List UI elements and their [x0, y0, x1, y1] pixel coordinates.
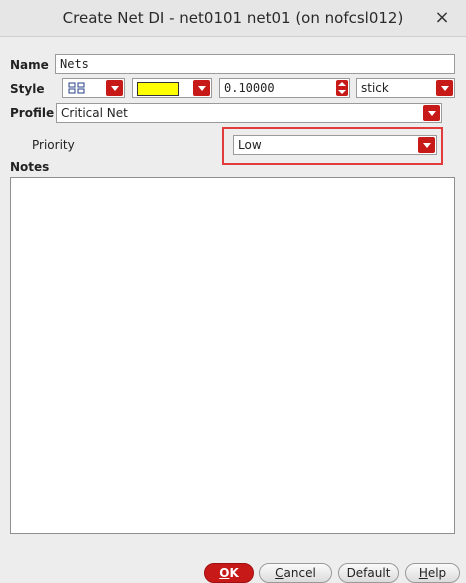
notes-label: Notes — [10, 160, 50, 174]
name-field[interactable]: Nets — [55, 54, 455, 74]
chevron-down-icon[interactable] — [106, 80, 123, 96]
spinner-arrows-icon[interactable] — [336, 80, 348, 96]
style-label: Style — [10, 82, 45, 96]
name-label: Name — [10, 58, 49, 72]
chevron-down-icon[interactable] — [193, 80, 210, 96]
priority-label: Priority — [32, 138, 75, 152]
ok-button[interactable]: OK — [204, 563, 254, 583]
chevron-down-icon[interactable] — [423, 105, 440, 121]
line-pattern-select[interactable] — [62, 78, 125, 98]
width-value: 0.10000 — [224, 81, 275, 95]
profile-value: Critical Net — [61, 106, 128, 120]
default-button[interactable]: Default — [338, 563, 399, 583]
width-spinbox[interactable]: 0.10000 — [219, 78, 350, 98]
priority-select[interactable]: Low — [233, 135, 437, 155]
line-pattern-icon — [68, 82, 86, 97]
color-select[interactable] — [132, 78, 212, 98]
priority-value: Low — [238, 138, 262, 152]
cancel-button[interactable]: Cancel — [259, 563, 332, 583]
close-icon[interactable]: × — [432, 8, 452, 28]
chevron-down-icon[interactable] — [418, 137, 435, 153]
title-bar: Create Net DI - net0101 net01 (on nofcsl… — [0, 0, 466, 37]
notes-textarea[interactable] — [10, 177, 455, 534]
chevron-down-icon[interactable] — [436, 80, 453, 96]
window-title: Create Net DI - net0101 net01 (on nofcsl… — [62, 9, 404, 27]
color-swatch — [137, 82, 179, 96]
style-type-select[interactable]: stick — [356, 78, 455, 98]
help-button[interactable]: Help — [405, 563, 460, 583]
style-type-value: stick — [361, 81, 389, 95]
profile-select[interactable]: Critical Net — [56, 103, 442, 123]
profile-label: Profile — [10, 106, 55, 120]
